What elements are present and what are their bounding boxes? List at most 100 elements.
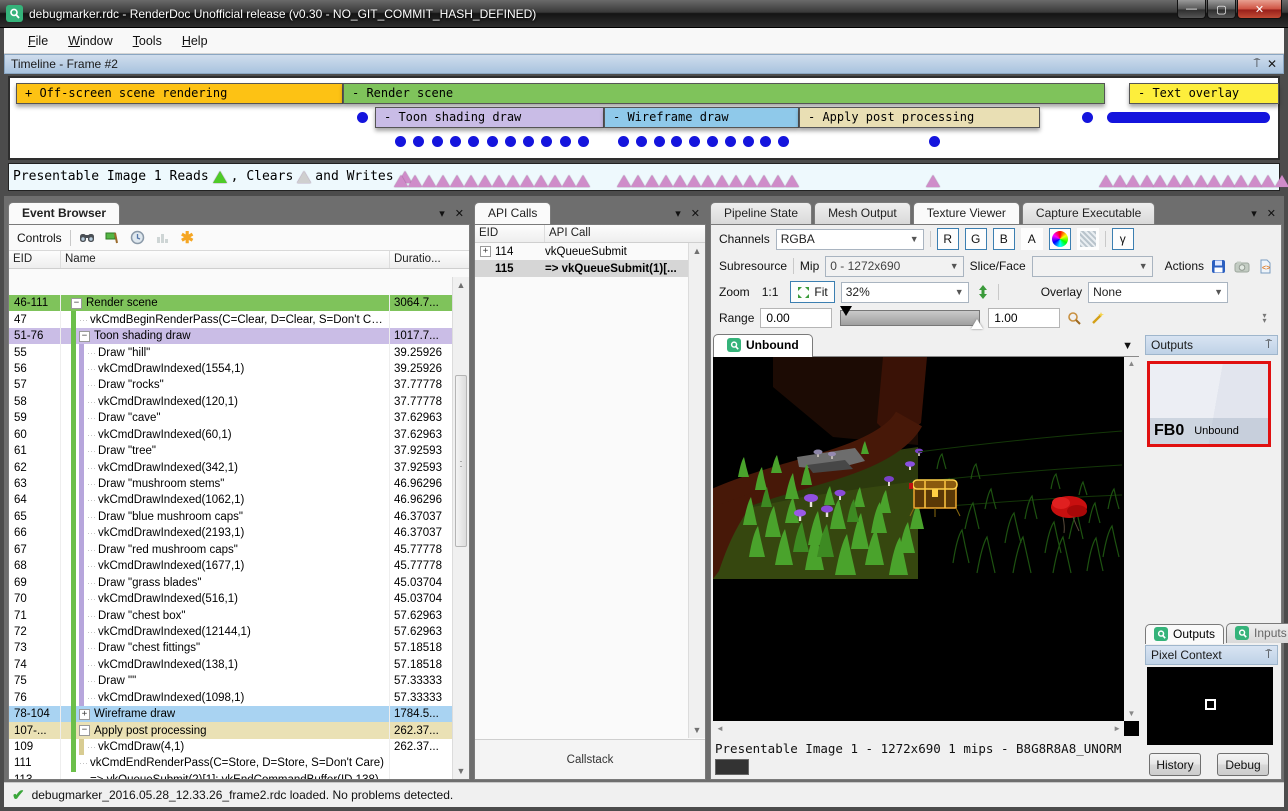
- write-marker-icon[interactable]: [659, 175, 673, 187]
- event-row-74[interactable]: 74···vkCmdDrawIndexed(138,1)57.18518: [9, 657, 452, 673]
- write-marker-icon[interactable]: [478, 175, 492, 187]
- event-browser-menu-icon[interactable]: ▾: [439, 207, 445, 220]
- write-marker-icon[interactable]: [534, 175, 548, 187]
- menu-help[interactable]: Help: [172, 30, 218, 52]
- write-marker-icon[interactable]: [926, 175, 940, 187]
- event-row-111[interactable]: 111···vkCmdEndRenderPass(C=Store, D=Stor…: [9, 755, 452, 771]
- write-marker-icon[interactable]: [771, 175, 785, 187]
- event-row-57[interactable]: 57···Draw "rocks"37.77778: [9, 377, 452, 393]
- event-row-69[interactable]: 69···Draw "grass blades"45.03704: [9, 574, 452, 590]
- autofit-wand-icon[interactable]: [1089, 310, 1106, 327]
- event-row-65[interactable]: 65···Draw "blue mushroom caps"46.37037: [9, 509, 452, 525]
- write-marker-icon[interactable]: [506, 175, 520, 187]
- write-marker-icon[interactable]: [617, 175, 631, 187]
- mip-select[interactable]: 0 - 1272x690▼: [825, 256, 963, 277]
- write-marker-icon[interactable]: [785, 175, 799, 187]
- texture-hscrollbar[interactable]: ◄►: [713, 721, 1124, 736]
- tab-capture-executable[interactable]: Capture Executable: [1022, 202, 1155, 224]
- event-row-107-[interactable]: 107-...−Apply post processing262.37...: [9, 722, 452, 738]
- write-marker-icon[interactable]: [1180, 175, 1194, 187]
- timeline-event-dot[interactable]: [707, 136, 718, 147]
- timeline-event-dot[interactable]: [505, 136, 516, 147]
- write-marker-icon[interactable]: [436, 175, 450, 187]
- timeline-event-dot[interactable]: [743, 136, 754, 147]
- timeline-event-dot[interactable]: [778, 136, 789, 147]
- write-marker-icon[interactable]: [1261, 175, 1275, 187]
- zoom-range-icon[interactable]: [1066, 310, 1083, 327]
- api-call-row-115[interactable]: 115=> vkQueueSubmit(1)[...: [475, 260, 705, 277]
- api-call-row-114[interactable]: +114vkQueueSubmit: [475, 243, 705, 260]
- slice-face-select[interactable]: ▼: [1032, 256, 1153, 277]
- fb0-thumbnail[interactable]: FB0 Unbound: [1147, 361, 1271, 447]
- zoom-select[interactable]: 32%▼: [841, 282, 969, 303]
- channels-select[interactable]: RGBA▼: [776, 229, 924, 250]
- range-white-point-handle[interactable]: [971, 319, 983, 329]
- minimize-button[interactable]: —: [1177, 0, 1206, 19]
- expander-icon[interactable]: −: [71, 298, 82, 309]
- debug-button[interactable]: Debug: [1217, 753, 1269, 776]
- write-marker-icon[interactable]: [548, 175, 562, 187]
- expander-icon[interactable]: +: [79, 709, 90, 720]
- write-marker-icon[interactable]: [1113, 175, 1127, 187]
- range-max-input[interactable]: 1.00: [988, 308, 1060, 328]
- timeline-event-dot[interactable]: [1082, 112, 1093, 123]
- api-calls-close-icon[interactable]: ✕: [691, 207, 700, 220]
- write-marker-icon[interactable]: [715, 175, 729, 187]
- menu-window[interactable]: Window: [58, 30, 122, 52]
- write-marker-icon[interactable]: [729, 175, 743, 187]
- timeline-canvas[interactable]: + Off-screen scene rendering- Render sce…: [8, 76, 1280, 160]
- timeline-event-dot[interactable]: [395, 136, 406, 147]
- channel-g-button[interactable]: G: [965, 228, 987, 250]
- timeline-event-dot[interactable]: [413, 136, 424, 147]
- menu-file[interactable]: File: [18, 30, 58, 52]
- write-marker-icon[interactable]: [757, 175, 771, 187]
- write-marker-icon[interactable]: [1099, 175, 1113, 187]
- timeline-bar[interactable]: + Off-screen scene rendering: [16, 83, 343, 104]
- event-row-46-111[interactable]: 46-111−Render scene3064.7...: [9, 295, 452, 311]
- save-texture-icon[interactable]: [1210, 258, 1227, 275]
- open-in-code-icon[interactable]: <>: [1256, 258, 1273, 275]
- write-marker-icon[interactable]: [562, 175, 576, 187]
- event-row-109[interactable]: 109···vkCmdDraw(4,1)262.37...: [9, 739, 452, 755]
- timeline-event-dot[interactable]: [578, 136, 589, 147]
- timeline-bar[interactable]: - Apply post processing: [799, 107, 1040, 128]
- jump-to-eid-icon[interactable]: [104, 229, 121, 246]
- pixel-context-pin-icon[interactable]: ⍑: [1265, 649, 1272, 662]
- overlay-select[interactable]: None▼: [1088, 282, 1228, 303]
- event-browser-close-icon[interactable]: ✕: [455, 207, 464, 220]
- event-row-72[interactable]: 72···vkCmdDrawIndexed(12144,1)57.62963: [9, 624, 452, 640]
- write-marker-icon[interactable]: [422, 175, 436, 187]
- event-row-64[interactable]: 64···vkCmdDrawIndexed(1062,1)46.96296: [9, 492, 452, 508]
- fit-button[interactable]: Fit: [790, 281, 834, 303]
- timeline-event-dot[interactable]: [560, 136, 571, 147]
- event-row-58[interactable]: 58···vkCmdDrawIndexed(120,1)37.77778: [9, 394, 452, 410]
- write-marker-icon[interactable]: [701, 175, 715, 187]
- timeline-event-dot[interactable]: [468, 136, 479, 147]
- write-marker-icon[interactable]: [450, 175, 464, 187]
- maximize-button[interactable]: ▢: [1207, 0, 1236, 19]
- texture-viewport[interactable]: ▲▼ ◄►: [713, 357, 1139, 736]
- history-button[interactable]: History: [1149, 753, 1201, 776]
- callstack-section[interactable]: Callstack: [475, 739, 705, 779]
- write-marker-icon[interactable]: [1275, 175, 1288, 187]
- bookmark-star-icon[interactable]: ✱: [179, 229, 196, 246]
- write-marker-icon[interactable]: [394, 175, 408, 187]
- write-marker-icon[interactable]: [1234, 175, 1248, 187]
- api-calls-menu-icon[interactable]: ▾: [675, 207, 681, 220]
- timeline-event-dot[interactable]: [671, 136, 682, 147]
- write-marker-icon[interactable]: [464, 175, 478, 187]
- tab-texture-viewer[interactable]: Texture Viewer: [913, 202, 1020, 225]
- timeline-event-dot[interactable]: [357, 112, 368, 123]
- write-marker-icon[interactable]: [1153, 175, 1167, 187]
- write-marker-icon[interactable]: [576, 175, 590, 187]
- event-row-55[interactable]: 55···Draw "hill"39.25926: [9, 344, 452, 360]
- texture-panel-menu-icon[interactable]: ▾: [1251, 207, 1257, 220]
- write-marker-icon[interactable]: [408, 175, 422, 187]
- write-marker-icon[interactable]: [1140, 175, 1154, 187]
- checker-button[interactable]: [1077, 228, 1099, 250]
- api-calls-scrollbar[interactable]: ▲ ▼: [688, 243, 705, 738]
- texture-panel-close-icon[interactable]: ✕: [1267, 207, 1276, 220]
- range-slider[interactable]: [840, 310, 980, 326]
- api-calls-column-header[interactable]: EID API Call: [475, 225, 705, 243]
- timeline-event-dot[interactable]: [450, 136, 461, 147]
